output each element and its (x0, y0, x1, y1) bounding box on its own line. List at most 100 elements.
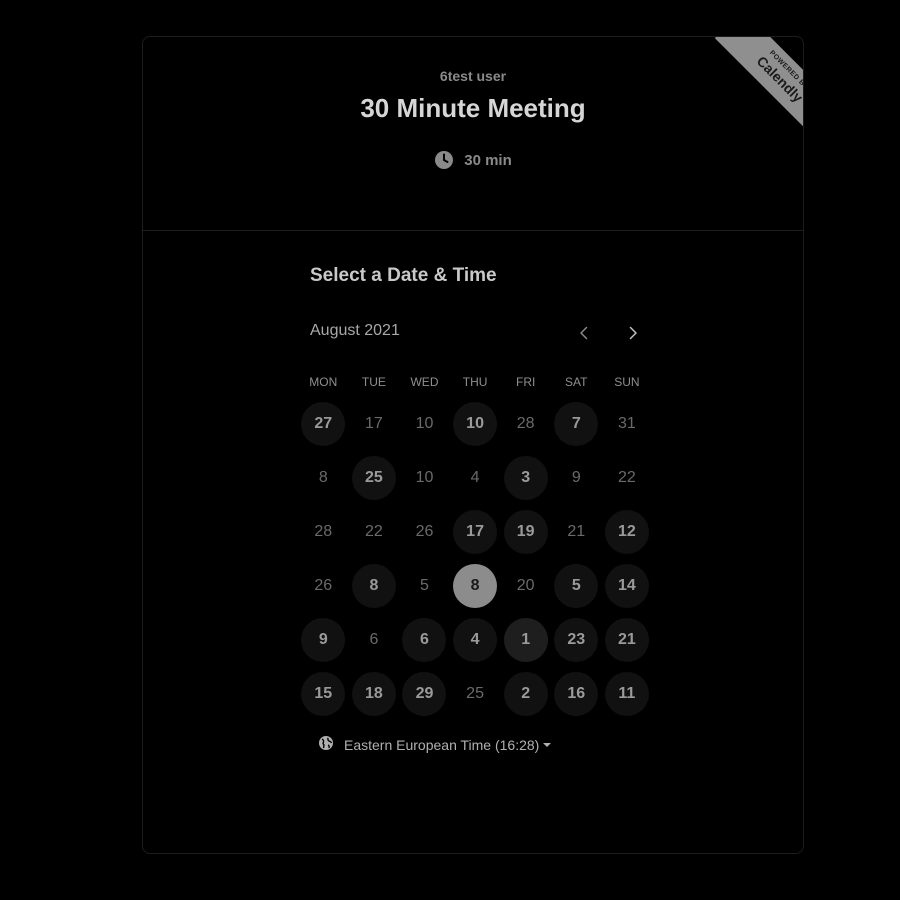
calendar-day-available[interactable]: 25 (351, 456, 396, 500)
calendar-day-cell: 22 (349, 505, 400, 559)
weekday-label: SAT (565, 375, 588, 389)
weekday-label: FRI (516, 375, 536, 389)
chevron-right-icon (629, 326, 637, 340)
calendar-day-available[interactable]: 8 (351, 564, 396, 608)
calendar-day-cell: 14 (602, 559, 653, 613)
calendar-day-cell: 9 (298, 613, 349, 667)
calendar-day-available[interactable]: 7 (554, 402, 599, 446)
calendar-day-available[interactable]: 19 (503, 510, 548, 554)
calendar-week-row: 28 22 26 17 19 21 12 (298, 505, 658, 559)
calendar-day-cell: 11 (602, 667, 653, 721)
calendly-brand: Calendly (753, 52, 804, 106)
powered-by-badge[interactable]: POWERED BY Calendly (703, 37, 804, 141)
calendar-day-available[interactable]: 18 (351, 672, 396, 716)
booking-card: 6test user 30 Minute Meeting 30 min POWE… (142, 36, 804, 854)
section-title: Select a Date & Time (310, 265, 497, 286)
calendar-day-cell: 29 (399, 667, 450, 721)
weekday-label: TUE (361, 375, 386, 389)
calendar-day-unavailable: 6 (369, 631, 379, 648)
calendar-day-available[interactable]: 17 (453, 510, 498, 554)
calendar-day-unavailable: 8 (318, 469, 328, 486)
weekday-label: WED (410, 375, 439, 389)
calendar-grid: 27 17 10 10 28 7 31 8 25 10 4 3 9 22 28 22 26 17 19 21 12 26 8… (298, 397, 658, 721)
calendar-week-row: 9 6 6 4 1 23 21 (298, 613, 658, 667)
calendar-day-available[interactable]: 21 (604, 618, 649, 662)
calendar-day-available[interactable]: 3 (503, 456, 548, 500)
calendar-day-unavailable: 22 (617, 469, 636, 486)
calendar-day-available[interactable]: 4 (453, 618, 498, 662)
calendar-day-available[interactable]: 11 (604, 672, 649, 716)
calendar-day-available[interactable]: 23 (554, 618, 599, 662)
calendar-day-available[interactable]: 29 (402, 672, 447, 716)
calendar-day-available[interactable]: 15 (301, 672, 346, 716)
calendar-day-cell: 31 (602, 397, 653, 451)
calendar-day-cell: 4 (450, 613, 501, 667)
calendar-day-cell: 10 (450, 397, 501, 451)
calendar-day-cell: 25 (450, 667, 501, 721)
weekday-label: SUN (614, 375, 640, 389)
timezone-label[interactable]: Eastern European Time (16:28) (344, 737, 539, 753)
calendar-day-available[interactable]: 2 (503, 672, 548, 716)
calendar-day-cell: 2 (500, 667, 551, 721)
calendar-day-cell: 28 (500, 397, 551, 451)
timezone-selector[interactable]: Eastern European Time (16:28) (318, 735, 552, 756)
calendar-day-cell: 25 (349, 451, 400, 505)
calendar-day-unavailable: 26 (415, 523, 434, 540)
calendar-day-unavailable: 28 (516, 415, 535, 432)
calendar-day-selected[interactable]: 8 (453, 564, 498, 608)
month-label: August 2021 (310, 322, 400, 339)
calendar-day-today[interactable]: 1 (503, 618, 548, 662)
calendar-day-cell: 28 (298, 505, 349, 559)
weekday-label: MON (309, 375, 338, 389)
calendar-day-unavailable: 4 (470, 469, 480, 486)
calendar-day-cell: 27 (298, 397, 349, 451)
calendar-day-cell: 12 (602, 505, 653, 559)
calendar-day-cell: 22 (602, 451, 653, 505)
chevron-left-icon (580, 326, 588, 340)
globe-icon (318, 735, 334, 756)
calendar-day-unavailable: 20 (516, 577, 535, 594)
calendar-day-cell: 5 (399, 559, 450, 613)
calendar-day-cell: 23 (551, 613, 602, 667)
event-header: 6test user 30 Minute Meeting 30 min POWE… (143, 37, 803, 231)
calendar-day-cell: 4 (450, 451, 501, 505)
calendar-day-available[interactable]: 6 (402, 618, 447, 662)
calendar-day-cell: 8 (450, 559, 501, 613)
calendar-day-unavailable: 10 (415, 469, 434, 486)
calendar-day-cell: 10 (399, 451, 450, 505)
powered-by-ribbon[interactable]: POWERED BY Calendly (714, 37, 804, 141)
calendar-day-cell: 3 (500, 451, 551, 505)
weekday-header: MON TUE WED THU FRI SAT SUN (298, 375, 658, 389)
calendar-day-cell: 8 (298, 451, 349, 505)
calendar-day-cell: 26 (399, 505, 450, 559)
calendar-day-cell: 19 (500, 505, 551, 559)
calendar-day-available[interactable]: 27 (301, 402, 346, 446)
caret-down-icon[interactable] (543, 743, 552, 747)
prev-month-button[interactable] (572, 321, 596, 345)
calendar-day-cell: 6 (399, 613, 450, 667)
calendar-day-cell: 20 (500, 559, 551, 613)
calendar-day-cell: 9 (551, 451, 602, 505)
calendar-week-row: 8 25 10 4 3 9 22 (298, 451, 658, 505)
next-month-button[interactable] (621, 321, 645, 345)
calendar-day-cell: 5 (551, 559, 602, 613)
month-navigation: August 2021 (310, 321, 650, 345)
calendar-day-cell: 8 (349, 559, 400, 613)
calendar-day-unavailable: 10 (415, 415, 434, 432)
calendar-week-row: 15 18 29 25 2 16 11 (298, 667, 658, 721)
calendar-day-available[interactable]: 12 (604, 510, 649, 554)
calendar-day-available[interactable]: 10 (453, 402, 498, 446)
calendar-day-cell: 10 (399, 397, 450, 451)
calendar-day-cell: 17 (450, 505, 501, 559)
calendar-day-available[interactable]: 9 (301, 618, 346, 662)
calendar-day-available[interactable]: 14 (604, 564, 649, 608)
calendar-day-unavailable: 22 (364, 523, 383, 540)
calendar-day-cell: 17 (349, 397, 400, 451)
calendar-day-available[interactable]: 5 (554, 564, 599, 608)
calendar-day-available[interactable]: 16 (554, 672, 599, 716)
calendar-day-cell: 16 (551, 667, 602, 721)
calendar-day-unavailable: 5 (420, 577, 429, 594)
calendar-day-cell: 21 (551, 505, 602, 559)
calendar-day-cell: 15 (298, 667, 349, 721)
calendar-day-cell: 21 (602, 613, 653, 667)
